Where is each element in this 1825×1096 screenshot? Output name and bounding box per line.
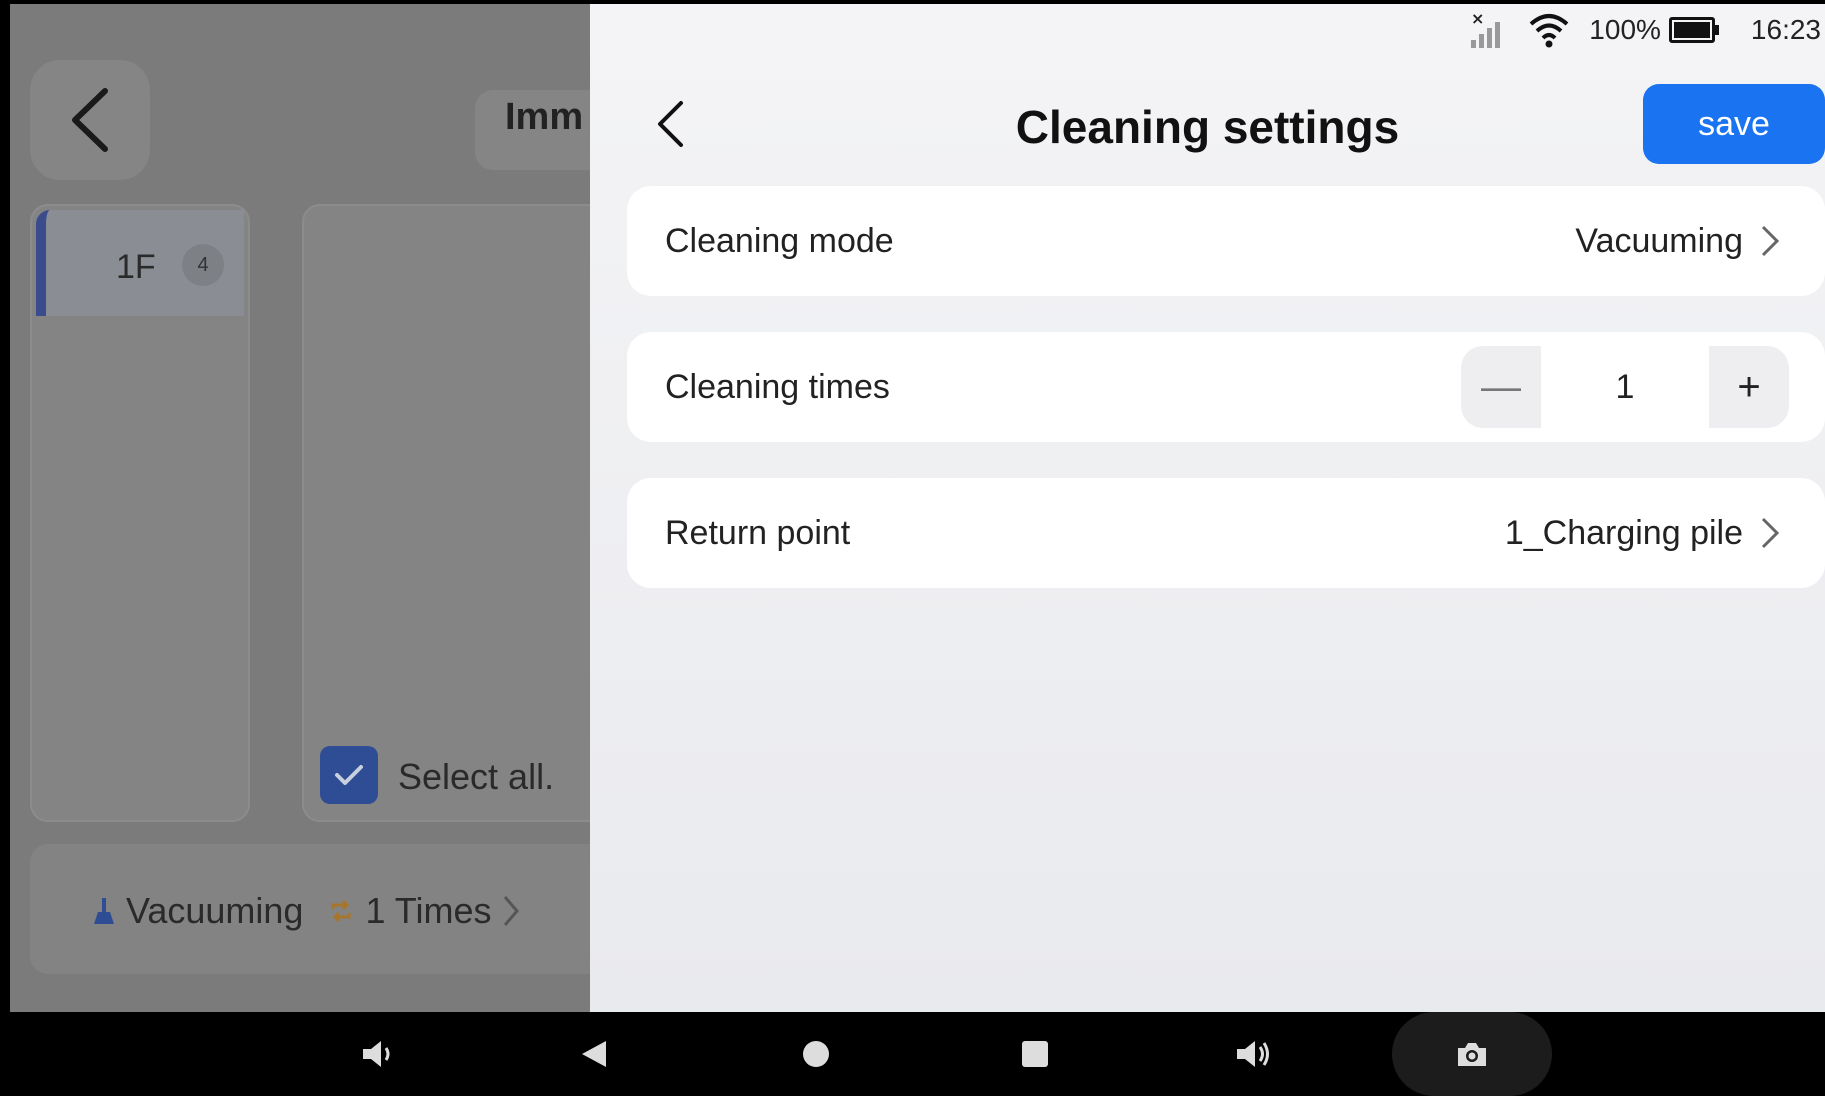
wifi-icon <box>1529 14 1569 48</box>
nav-recents-button[interactable] <box>1005 1028 1065 1080</box>
page-title: Cleaning settings <box>1015 101 1400 153</box>
bg-back-button <box>30 60 150 180</box>
device-screen: Imm 1F 4 Select all. Vacuuming 1 Times × <box>10 4 1825 1012</box>
bg-footer-summary: Vacuuming 1 Times <box>92 890 521 932</box>
system-nav-bar <box>0 1012 1825 1096</box>
increment-button[interactable]: + <box>1709 346 1789 428</box>
bg-footer-times: 1 Times <box>365 890 492 931</box>
cleaning-times-stepper: — 1 + <box>1461 346 1789 428</box>
battery-percent: 100% <box>1589 14 1661 45</box>
chevron-right-icon <box>504 896 520 926</box>
bg-floor-column: 1F 4 <box>30 204 250 822</box>
back-chevron-icon <box>72 88 108 152</box>
volume-up-button[interactable] <box>1223 1028 1283 1080</box>
svg-text:×: × <box>1471 10 1484 28</box>
bg-floor-label: 1F <box>116 248 156 286</box>
checkmark-icon <box>335 765 363 785</box>
cleaning-times-row: Cleaning times — 1 + <box>627 332 1825 442</box>
screenshot-button[interactable] <box>1442 1028 1502 1080</box>
save-button[interactable]: save <box>1643 84 1825 164</box>
bg-select-all-checkbox <box>320 746 378 804</box>
chevron-right-icon <box>1761 517 1780 549</box>
back-button[interactable] <box>640 94 700 154</box>
back-chevron-icon <box>658 101 683 147</box>
return-point-row[interactable]: Return point 1_Charging pile <box>627 478 1825 588</box>
bg-select-all-label: Select all. <box>398 756 555 797</box>
broom-icon <box>94 898 114 924</box>
decrement-button[interactable]: — <box>1461 346 1541 428</box>
status-bar: × 100% 16:23 <box>1465 4 1825 56</box>
nav-back-button[interactable] <box>565 1028 625 1080</box>
camera-icon <box>1458 1043 1486 1066</box>
clock: 16:23 <box>1750 14 1821 45</box>
nav-home-icon <box>803 1041 829 1067</box>
no-signal-icon: × <box>1471 10 1501 48</box>
bg-footer-mode: Vacuuming <box>126 890 304 931</box>
nav-back-icon <box>582 1041 606 1067</box>
cleaning-mode-label: Cleaning mode <box>665 222 894 260</box>
cleaning-times-value[interactable]: 1 <box>1541 346 1709 428</box>
return-point-label: Return point <box>665 514 851 552</box>
nav-recents-icon <box>1022 1041 1048 1067</box>
cleaning-times-label: Cleaning times <box>665 368 890 406</box>
cleaning-mode-row[interactable]: Cleaning mode Vacuuming <box>627 186 1825 296</box>
bg-room-list <box>302 204 606 822</box>
volume-down-icon <box>363 1041 390 1067</box>
volume-down-button[interactable] <box>348 1028 408 1080</box>
return-point-value: 1_Charging pile <box>1504 514 1743 552</box>
panel-header: Cleaning settings save <box>590 84 1825 174</box>
repeat-icon <box>331 899 351 923</box>
background-app-overlay[interactable]: Imm 1F 4 Select all. Vacuuming 1 Times <box>10 4 635 1012</box>
cleaning-mode-value: Vacuuming <box>1575 222 1743 260</box>
cleaning-settings-panel: × 100% 16:23 Cleaning settings save Clea… <box>590 4 1825 1012</box>
chevron-right-icon <box>1761 225 1780 257</box>
nav-home-button[interactable] <box>786 1028 846 1080</box>
bg-floor-count-badge: 4 <box>182 244 224 286</box>
battery-icon <box>1668 17 1719 43</box>
volume-up-icon <box>1237 1041 1269 1067</box>
bg-title-text: Imm <box>505 96 584 138</box>
